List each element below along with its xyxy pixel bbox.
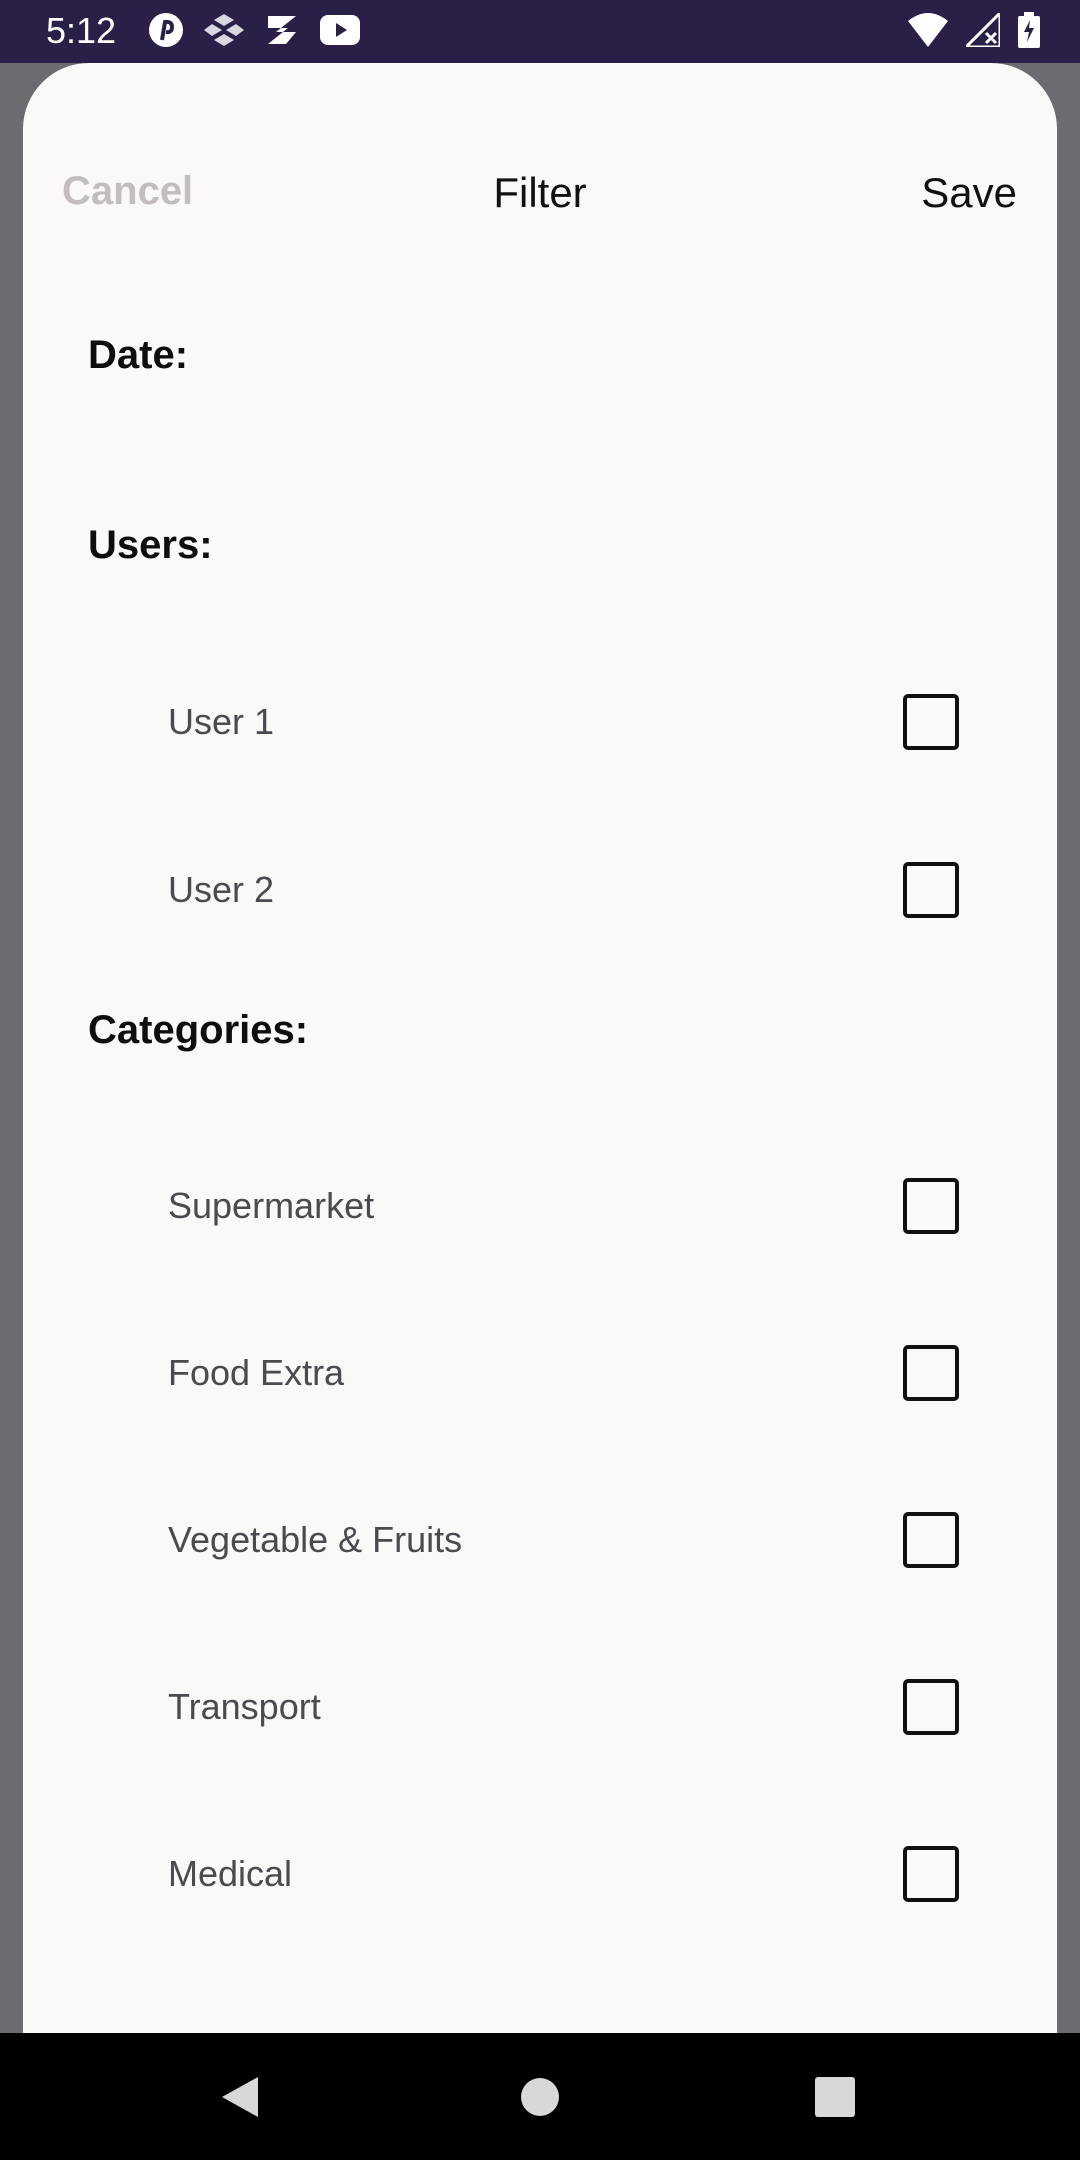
filter-sheet: Cancel Filter Save Date: Users: User 1 U… (23, 63, 1057, 2033)
wifi-icon (908, 13, 948, 47)
user-1-checkbox[interactable] (903, 694, 959, 750)
category-row-vegetable-fruits[interactable]: Vegetable & Fruits (23, 1485, 1057, 1595)
save-button[interactable]: Save (921, 169, 1017, 217)
categories-section-label: Categories: (88, 1008, 309, 1052)
signal-icon (966, 13, 1000, 47)
recents-button[interactable] (795, 2033, 875, 2160)
back-icon (222, 2076, 258, 2117)
category-label: Supermarket (168, 1185, 375, 1226)
user-label: User 2 (168, 869, 275, 910)
category-row-medical[interactable]: Medical (23, 1819, 1057, 1929)
user-label: User 1 (168, 701, 275, 742)
date-section-label: Date: (88, 333, 189, 377)
category-row-food-extra[interactable]: Food Extra (23, 1318, 1057, 1428)
cube-app-icon (204, 12, 244, 48)
medical-checkbox[interactable] (903, 1846, 959, 1902)
user-2-checkbox[interactable] (903, 862, 959, 918)
s-app-icon (264, 12, 300, 48)
user-row-2[interactable]: User 2 (23, 835, 1057, 945)
category-label: Transport (168, 1686, 321, 1727)
back-button[interactable] (200, 2033, 280, 2160)
notification-icons (148, 12, 360, 48)
page-title: Filter (493, 169, 587, 216)
pinterest-icon (148, 12, 184, 48)
battery-icon (1018, 12, 1040, 48)
youtube-icon (320, 15, 360, 45)
category-label: Food Extra (168, 1352, 345, 1393)
users-section-label: Users: (88, 523, 213, 567)
home-icon (521, 2077, 559, 2116)
recents-icon (815, 2076, 855, 2117)
transport-checkbox[interactable] (903, 1679, 959, 1735)
category-row-transport[interactable]: Transport (23, 1652, 1057, 1762)
system-status-icons (908, 12, 1040, 48)
category-label: Vegetable & Fruits (168, 1519, 463, 1560)
vegetable-fruits-checkbox[interactable] (903, 1512, 959, 1568)
status-bar: 5:12 (0, 0, 1080, 63)
user-row-1[interactable]: User 1 (23, 667, 1057, 777)
supermarket-checkbox[interactable] (903, 1178, 959, 1234)
sheet-header: Cancel Filter Save (23, 63, 1057, 263)
category-row-supermarket[interactable]: Supermarket (23, 1151, 1057, 1261)
food-extra-checkbox[interactable] (903, 1345, 959, 1401)
home-button[interactable] (500, 2033, 580, 2160)
navigation-bar (0, 2033, 1080, 2160)
category-label: Medical (168, 1853, 293, 1894)
status-time: 5:12 (46, 10, 117, 51)
